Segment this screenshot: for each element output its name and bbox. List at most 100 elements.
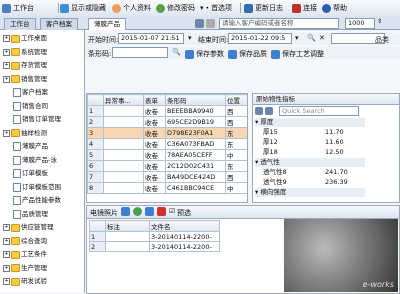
- table-cell[interactable]: 78AEA05CEFF: [165, 149, 226, 161]
- table-cell[interactable]: 695CE2D9B19: [165, 116, 226, 128]
- preferences-button[interactable]: ▾ • 首选项: [200, 2, 232, 14]
- table-cell[interactable]: 西: [225, 171, 247, 183]
- sidebar-item[interactable]: + 综合查询: [3, 237, 47, 246]
- row-number[interactable]: 5: [87, 149, 104, 161]
- calendar-icon[interactable]: ▾: [295, 34, 299, 42]
- workbench-button[interactable]: 工作台: [2, 2, 34, 14]
- end-time-input[interactable]: 2015-01-22 09:5: [228, 33, 292, 44]
- expand-icon[interactable]: +: [3, 264, 10, 272]
- column-header[interactable]: 条形码: [165, 94, 226, 106]
- property-row[interactable]: 透气性8 241.70: [255, 168, 365, 177]
- table-cell[interactable]: 收卷: [143, 116, 166, 128]
- sidebar-item[interactable]: 订单模板范围: [13, 182, 61, 192]
- table-cell[interactable]: 3-20140114-2200-: [149, 241, 220, 252]
- row-number[interactable]: 7: [87, 171, 104, 183]
- table-cell[interactable]: 收卷: [143, 127, 166, 139]
- show-hide-button[interactable]: 显示或隐藏: [60, 2, 106, 14]
- table-cell[interactable]: C36A073FBAD: [165, 138, 226, 150]
- table-cell[interactable]: 收卷: [143, 182, 166, 194]
- column-header[interactable]: [89, 220, 106, 232]
- table-cell[interactable]: 中: [225, 182, 247, 194]
- sidebar-item[interactable]: + 销售管理: [3, 75, 47, 84]
- property-value[interactable]: 11.70: [325, 128, 344, 137]
- table-cell[interactable]: 收卷: [143, 149, 166, 161]
- row-number[interactable]: 8: [87, 182, 104, 194]
- sidebar-item[interactable]: 薄膜产品-泳: [13, 155, 57, 165]
- save-quality-button[interactable]: 保存品质: [228, 48, 267, 60]
- property-value[interactable]: 241.70: [325, 168, 348, 177]
- sidebar-item[interactable]: 销售订单管理: [13, 115, 61, 124]
- sidebar-item[interactable]: + 供应链管理: [3, 223, 54, 232]
- column-header[interactable]: 表单: [143, 94, 166, 106]
- search-icon[interactable]: 🔍: [172, 48, 181, 56]
- column-header[interactable]: 文件名: [149, 220, 220, 232]
- category-icon[interactable]: [255, 107, 263, 115]
- connect-button[interactable]: 连接: [292, 2, 317, 14]
- table-cell[interactable]: [103, 116, 144, 128]
- expand-icon[interactable]: +: [3, 251, 10, 258]
- table-cell[interactable]: 收卷: [143, 160, 166, 172]
- sidebar-item[interactable]: 销售合同: [13, 101, 48, 111]
- tab-customer-archive[interactable]: 客户档案: [40, 18, 78, 30]
- table-row[interactable]: 1 3-20140114-2200-: [89, 231, 220, 242]
- start-time-input[interactable]: 2015-01-07 21:51: [118, 33, 184, 44]
- expand-icon[interactable]: +: [3, 48, 10, 56]
- property-row[interactable]: 厚18 12.50: [255, 148, 365, 157]
- add-icon[interactable]: [121, 207, 130, 216]
- table-cell[interactable]: D798E23F0A1: [165, 127, 226, 139]
- cancel-icon[interactable]: ✕: [319, 34, 325, 42]
- property-value[interactable]: 11.60: [325, 138, 344, 147]
- expand-icon[interactable]: +: [3, 237, 10, 245]
- table-cell[interactable]: 收卷: [143, 105, 166, 117]
- table-cell[interactable]: [103, 160, 144, 172]
- sidebar-item[interactable]: + 工作桌面: [3, 34, 47, 43]
- table-cell[interactable]: 收卷: [143, 171, 166, 183]
- sidebar-item[interactable]: 薄膜产品: [13, 142, 48, 151]
- expand-icon[interactable]: +: [3, 35, 10, 42]
- save-params-button[interactable]: 保存参数: [185, 48, 224, 60]
- table-cell[interactable]: [103, 138, 144, 150]
- table-cell[interactable]: 东: [225, 160, 247, 172]
- expand-icon[interactable]: +: [3, 278, 10, 285]
- table-cell[interactable]: [103, 127, 144, 139]
- sidebar-item[interactable]: + 生产管理: [3, 264, 47, 273]
- table-cell[interactable]: [105, 241, 150, 252]
- property-section[interactable]: ▾ 透气性: [255, 158, 365, 167]
- refresh-icon[interactable]: [133, 207, 142, 216]
- column-header[interactable]: 位置: [225, 94, 247, 106]
- property-value[interactable]: 12.50: [325, 148, 344, 157]
- table-cell[interactable]: 西: [225, 105, 247, 117]
- expand-icon[interactable]: +: [3, 224, 10, 231]
- sidebar-item[interactable]: + 工艺条件: [3, 250, 47, 259]
- table-row[interactable]: 7 收卷 BA49DCE424D 西: [87, 171, 247, 183]
- table-row[interactable]: 5 收卷 78AEA05CEFF 中: [87, 149, 247, 161]
- property-section[interactable]: ▾ 厚度: [255, 118, 365, 127]
- sort-icon[interactable]: [265, 107, 273, 115]
- table-cell[interactable]: 东: [225, 127, 247, 139]
- column-header[interactable]: 标注: [105, 220, 150, 232]
- sidebar-item[interactable]: 品质管理: [13, 209, 48, 219]
- table-cell[interactable]: BA49DCE424D: [165, 171, 226, 183]
- table-row[interactable]: 3 收卷 D798E23F0A1 东: [87, 127, 247, 139]
- help-button[interactable]: 帮助: [322, 2, 347, 14]
- save-icon[interactable]: [145, 207, 154, 216]
- sidebar-item[interactable]: + 研发试验: [3, 277, 47, 286]
- table-cell[interactable]: 中: [225, 149, 247, 161]
- table-cell[interactable]: 3-20140114-2200-: [149, 231, 220, 242]
- table-cell[interactable]: 西: [225, 116, 247, 128]
- table-row[interactable]: 2 收卷 695CE2D9B19 西: [87, 116, 247, 128]
- expand-icon[interactable]: +: [3, 75, 10, 83]
- tab-workbench[interactable]: 工作台: [4, 18, 36, 30]
- row-number[interactable]: 2: [89, 241, 106, 252]
- quick-search-input[interactable]: Quick Search: [279, 106, 359, 116]
- expand-icon[interactable]: +: [3, 129, 10, 137]
- property-value[interactable]: 236.39: [325, 178, 348, 187]
- table-cell[interactable]: BEEEBBA9940: [165, 105, 226, 117]
- row-number[interactable]: 6: [87, 160, 104, 172]
- table-row[interactable]: 4 收卷 C36A073FBAD 东: [87, 138, 247, 150]
- table-row[interactable]: 6 收卷 2C12D02C431 东: [87, 160, 247, 172]
- record-count-input[interactable]: 1000: [345, 18, 375, 29]
- row-number[interactable]: 4: [87, 138, 104, 150]
- row-number[interactable]: 1: [87, 105, 104, 117]
- table-row[interactable]: 1 收卷 BEEEBBA9940 西: [87, 105, 247, 117]
